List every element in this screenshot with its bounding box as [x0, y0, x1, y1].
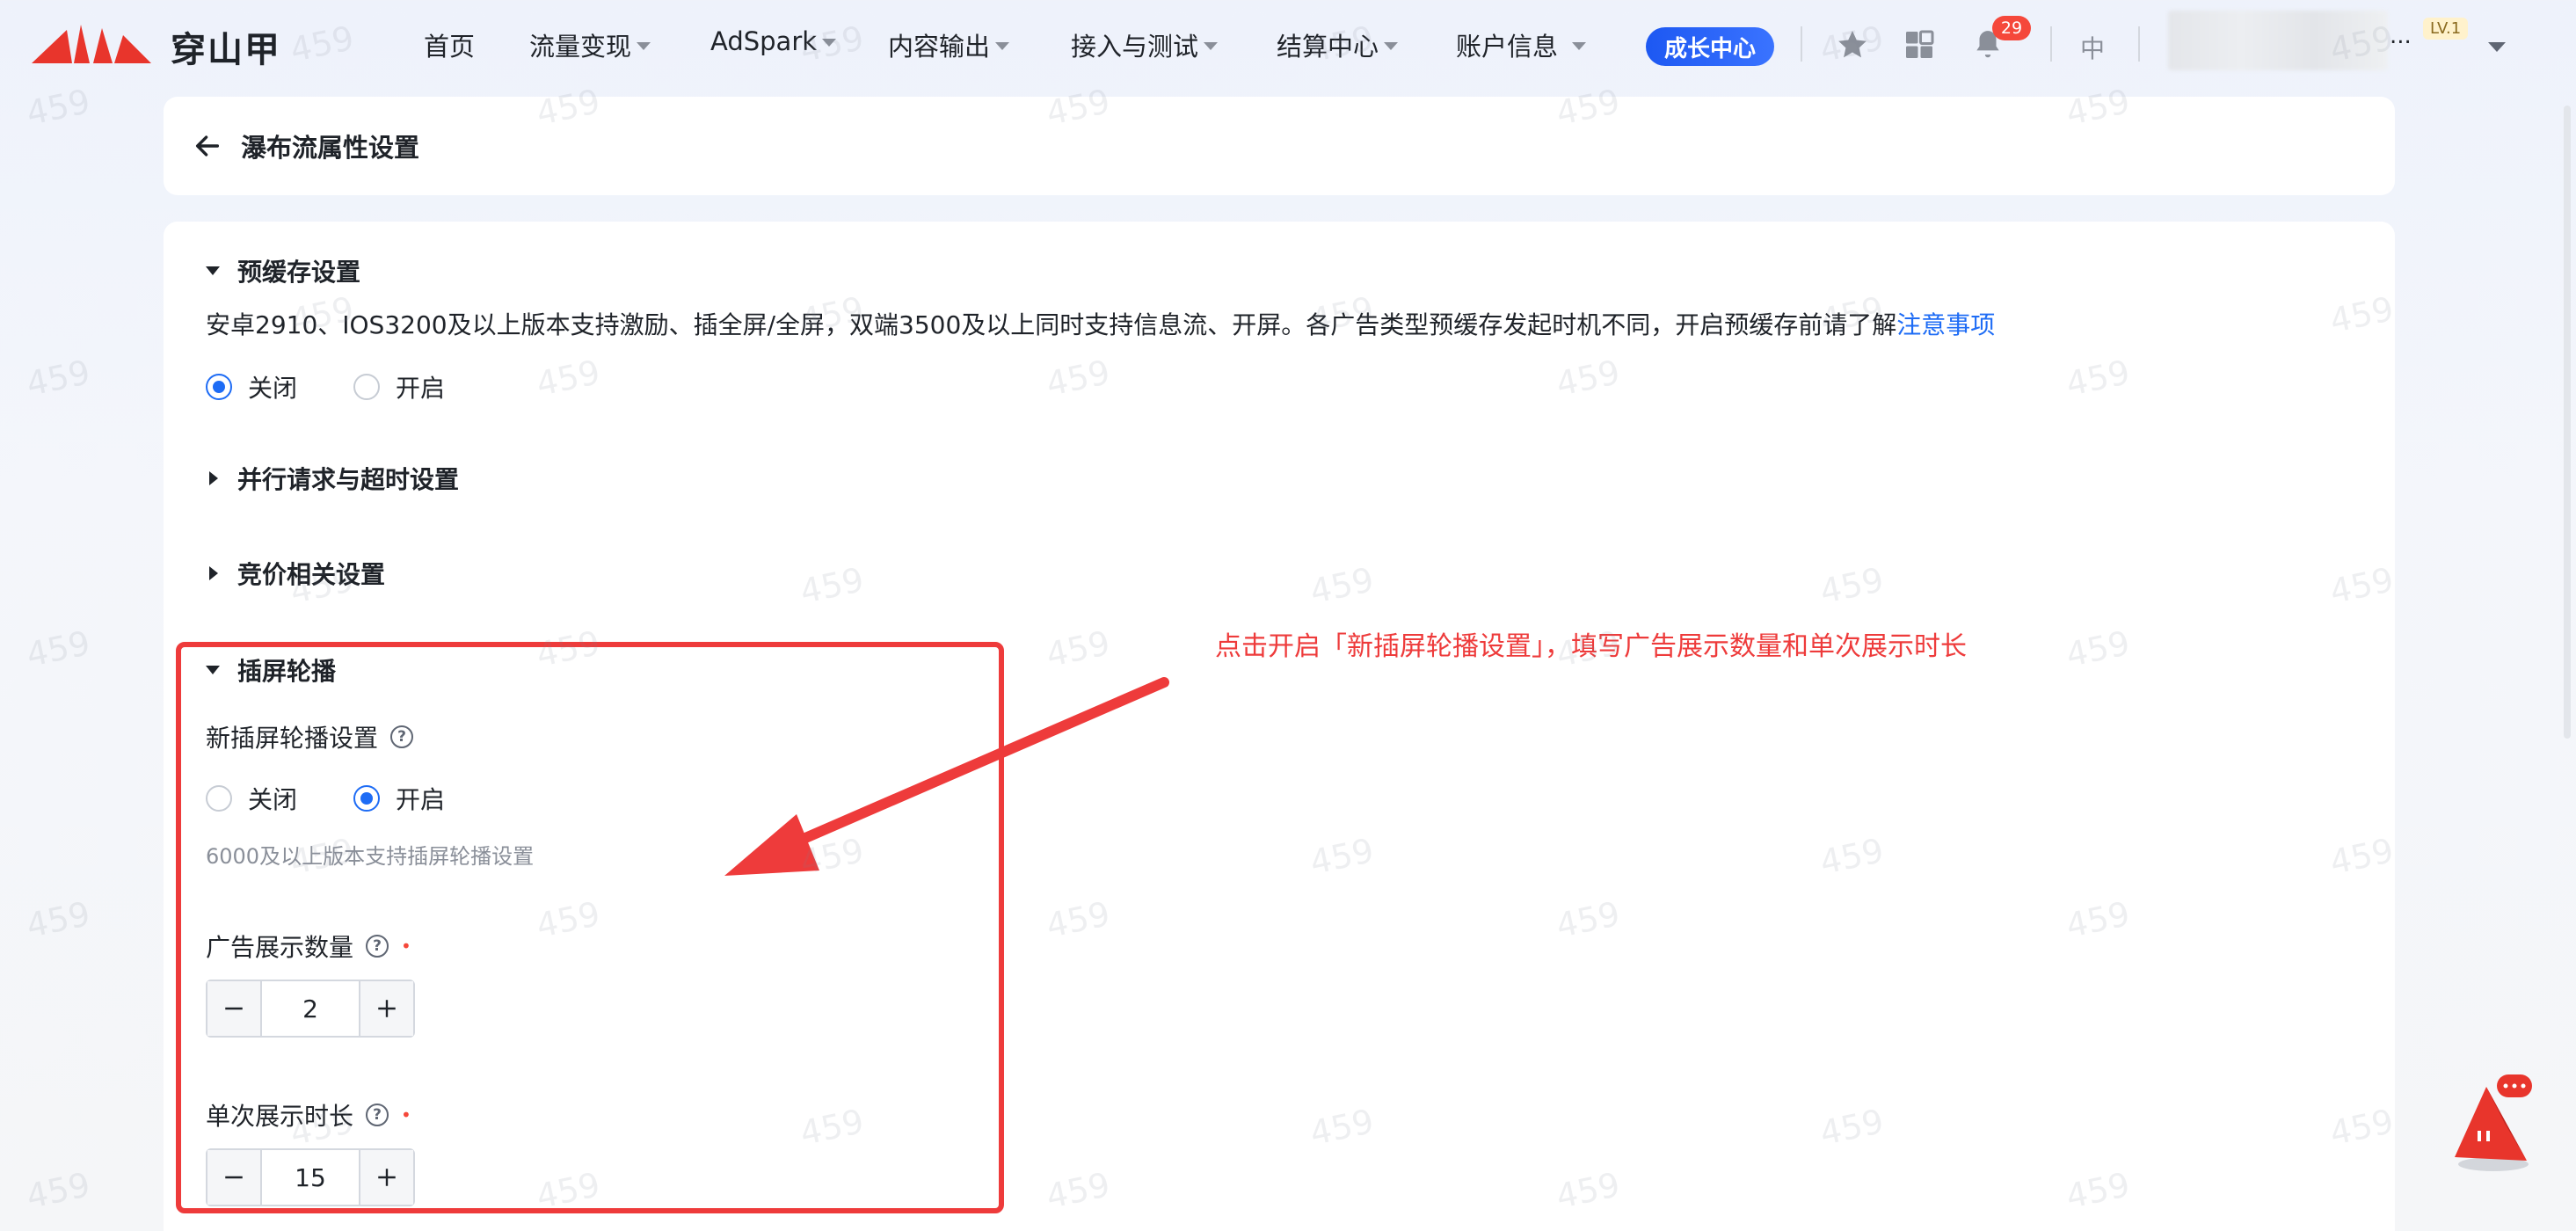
annotation-arrow-icon — [724, 677, 1169, 876]
assistant-mascot-icon[interactable] — [2451, 1069, 2539, 1175]
